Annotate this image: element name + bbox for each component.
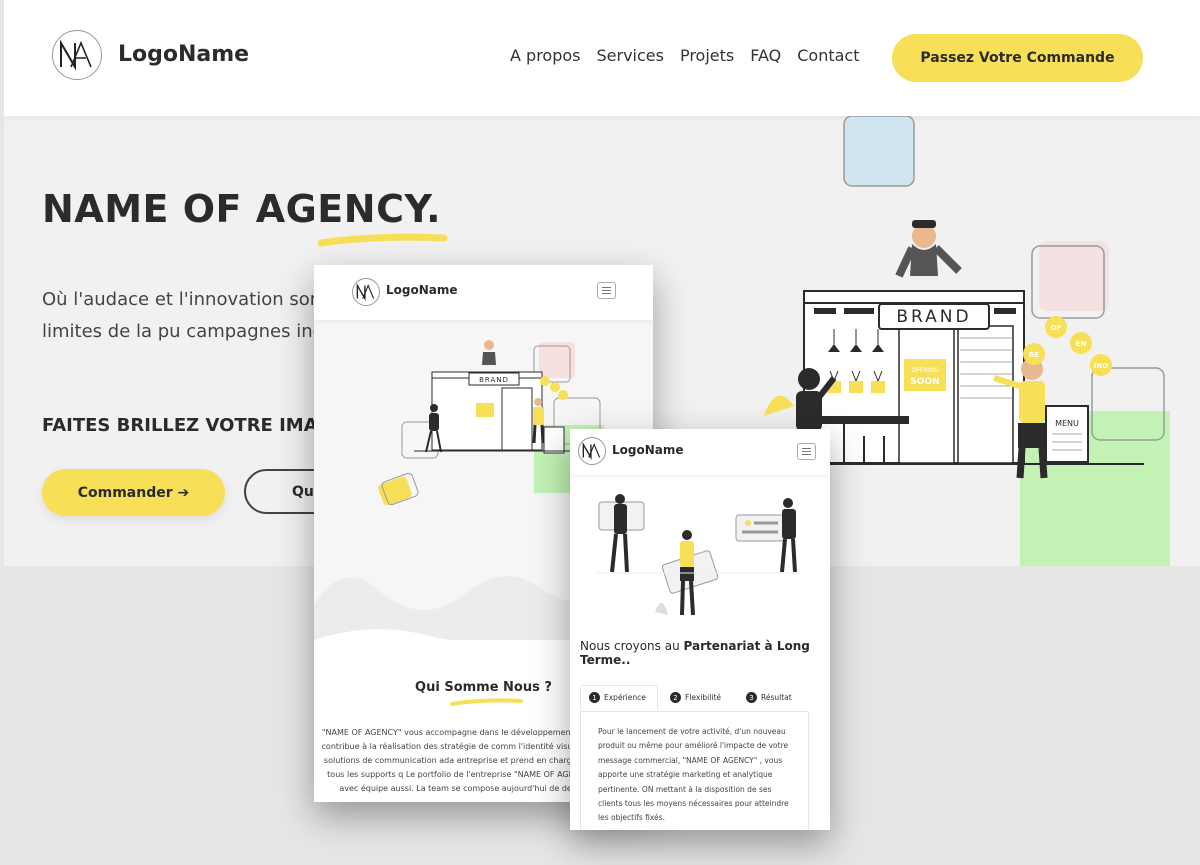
nav-links: A propos Services Projets FAQ Contact	[510, 46, 859, 65]
svg-text:OPENING: OPENING	[911, 367, 939, 374]
hero-tagline: FAITES BRILLEZ VOTRE IMA	[42, 415, 318, 436]
partnership-tabs: 1 Expérience 2 Flexibilité 3 Résultat	[580, 685, 809, 712]
tab-experience[interactable]: 1 Expérience	[580, 685, 658, 710]
title-underline-decoration	[450, 698, 523, 706]
logo-text[interactable]: LogoName	[612, 443, 684, 457]
tab-number-badge: 1	[589, 692, 600, 703]
agency-logo-icon[interactable]	[578, 437, 606, 465]
hamburger-menu-icon[interactable]	[597, 282, 616, 299]
svg-text:MENU: MENU	[1055, 419, 1079, 428]
tab-label: Flexibilité	[685, 693, 721, 702]
tab-resultat[interactable]: 3 Résultat	[746, 685, 792, 710]
mobile-header: LogoName	[314, 265, 653, 320]
nav-link-faq[interactable]: FAQ	[750, 46, 781, 65]
svg-text:RE: RE	[1029, 351, 1039, 359]
tab-label: Résultat	[761, 693, 792, 702]
commander-button[interactable]: Commander ➔	[42, 469, 225, 516]
logo-text[interactable]: LogoName	[118, 42, 249, 67]
svg-text:SOON: SOON	[910, 377, 939, 387]
nav-link-a-propos[interactable]: A propos	[510, 46, 580, 65]
team-partnership-illustration	[595, 494, 800, 616]
tab-content-text: Pour le lancement de votre activité, d'u…	[598, 727, 789, 823]
title-underline-decoration	[318, 233, 448, 247]
svg-text:BRAND: BRAND	[479, 376, 509, 384]
partnership-heading: Nous croyons au Partenariat à Long Terme…	[580, 639, 810, 667]
tab-number-badge: 2	[670, 692, 681, 703]
top-navbar: LogoName A propos Services Projets FAQ C…	[4, 0, 1200, 116]
about-title-highlight: Somme Nous	[444, 680, 540, 695]
svg-text:EN: EN	[1076, 340, 1087, 348]
tab-label: Expérience	[604, 693, 646, 702]
agency-logo-icon[interactable]	[352, 278, 380, 306]
svg-text:OP: OP	[1050, 324, 1061, 332]
nav-link-contact[interactable]: Contact	[797, 46, 859, 65]
brand-sign-text: BRAND	[896, 307, 971, 327]
mobile-header: LogoName	[570, 429, 830, 475]
hero-title: NAME OF AGENCY.	[42, 187, 442, 231]
mobile-partnership-mockup: LogoName Nous croyons au Partenariat à L…	[570, 429, 830, 830]
tab-flexibilite[interactable]: 2 Flexibilité	[670, 685, 721, 710]
logo-text[interactable]: LogoName	[386, 283, 458, 297]
tab-number-badge: 3	[746, 692, 757, 703]
hamburger-menu-icon[interactable]	[797, 443, 816, 460]
svg-text:INO: INO	[1094, 362, 1108, 370]
agency-logo-icon[interactable]	[52, 30, 102, 80]
order-cta-button[interactable]: Passez Votre Commande	[892, 34, 1143, 82]
nav-link-services[interactable]: Services	[596, 46, 663, 65]
nav-link-projets[interactable]: Projets	[680, 46, 734, 65]
